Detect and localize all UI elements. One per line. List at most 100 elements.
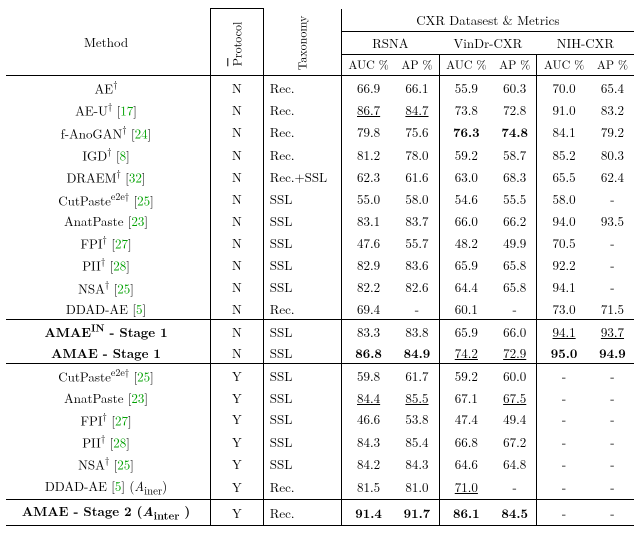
- citation-link[interactable]: 32: [129, 168, 142, 187]
- value-cell: 86.8: [341, 342, 395, 364]
- taxonomy-cell: Rec.+SSL: [263, 165, 341, 187]
- citation-link[interactable]: 24: [135, 123, 148, 142]
- col-taxonomy: Taxonomy: [263, 9, 341, 76]
- col-method: Method: [6, 9, 211, 76]
- value-cell: -: [493, 298, 537, 320]
- protocol-cell: Y: [211, 452, 264, 474]
- value-cell: 55.9: [439, 76, 493, 99]
- taxonomy-cell: SSL: [263, 188, 341, 210]
- value-cell: 47.6: [341, 231, 395, 253]
- taxonomy-cell: SSL: [263, 319, 341, 342]
- citation-link[interactable]: 28: [113, 256, 126, 275]
- citation-link[interactable]: 17: [120, 101, 133, 120]
- value-cell: -: [537, 364, 591, 387]
- value-cell: 54.6: [439, 188, 493, 210]
- value-cell: -: [591, 253, 634, 275]
- method-cell: DDAD-AE [5]: [6, 298, 211, 320]
- value-cell: 70.0: [537, 76, 591, 99]
- protocol-cell: N: [211, 210, 264, 231]
- protocol-cell: N: [211, 253, 264, 275]
- value-cell: 47.4: [439, 408, 493, 430]
- table-row: AnatPaste [23]YSSL84.485.567.167.5--: [6, 387, 634, 408]
- taxonomy-cell: SSL: [263, 253, 341, 275]
- value-cell: 84.3: [341, 430, 395, 452]
- value-cell: 95.0: [537, 342, 591, 364]
- value-cell: 86.7: [341, 98, 395, 120]
- value-cell: -: [537, 500, 591, 526]
- protocol-cell: N: [211, 98, 264, 120]
- value-cell: 66.0: [439, 210, 493, 231]
- citation-link[interactable]: 27: [115, 410, 128, 429]
- table-row: AMAEIN - Stage 1NSSL83.383.865.966.094.1…: [6, 319, 634, 342]
- col-ap1: AP %: [395, 54, 439, 75]
- taxonomy-cell: Rec.: [263, 98, 341, 120]
- value-cell: 83.8: [395, 319, 439, 342]
- value-cell: -: [591, 276, 634, 298]
- col-protocol: Protocol: [211, 9, 264, 76]
- value-cell: 74.2: [439, 342, 493, 364]
- results-table: Method Protocol Taxonomy CXR Datasest & …: [6, 8, 634, 526]
- value-cell: 58.7: [493, 143, 537, 165]
- value-cell: 81.5: [341, 475, 395, 500]
- citation-link[interactable]: 5: [136, 299, 143, 318]
- method-cell: DRAEM† [32]: [6, 165, 211, 187]
- value-cell: -: [591, 408, 634, 430]
- col-auc2: AUC %: [439, 54, 493, 75]
- table-row: DRAEM† [32]NRec.+SSL62.361.663.068.365.5…: [6, 165, 634, 187]
- value-cell: 66.0: [493, 319, 537, 342]
- protocol-cell: Y: [211, 500, 264, 526]
- value-cell: 94.1: [537, 319, 591, 342]
- value-cell: 82.2: [341, 276, 395, 298]
- method-cell: NSA† [25]: [6, 452, 211, 474]
- value-cell: -: [537, 387, 591, 408]
- value-cell: 60.1: [439, 298, 493, 320]
- taxonomy-cell: SSL: [263, 408, 341, 430]
- value-cell: -: [591, 452, 634, 474]
- value-cell: -: [591, 231, 634, 253]
- value-cell: 59.2: [439, 143, 493, 165]
- value-cell: 83.6: [395, 253, 439, 275]
- block-c: CutPastee2e† [25]YSSL59.861.759.260.0--A…: [6, 364, 634, 500]
- value-cell: -: [537, 452, 591, 474]
- table-row: PII† [28]YSSL84.385.466.867.2--: [6, 430, 634, 452]
- method-cell: DDAD-AE [5] (Ainer): [6, 475, 211, 500]
- value-cell: -: [591, 387, 634, 408]
- value-cell: 84.5: [493, 500, 537, 526]
- col-ds1: RSNA: [341, 31, 439, 54]
- value-cell: 84.7: [395, 98, 439, 120]
- value-cell: 78.0: [395, 143, 439, 165]
- method-cell: NSA† [25]: [6, 276, 211, 298]
- value-cell: 91.0: [537, 98, 591, 120]
- value-cell: 84.2: [341, 452, 395, 474]
- value-cell: 79.8: [341, 121, 395, 143]
- value-cell: -: [591, 475, 634, 500]
- citation-link[interactable]: 25: [137, 190, 150, 209]
- citation-link[interactable]: 23: [131, 211, 144, 230]
- value-cell: 94.9: [591, 342, 634, 364]
- value-cell: 66.1: [395, 76, 439, 99]
- table-row: NSA† [25]NSSL82.282.664.465.894.1-: [6, 276, 634, 298]
- value-cell: 49.9: [493, 231, 537, 253]
- citation-link[interactable]: 25: [137, 367, 150, 386]
- citation-link[interactable]: 28: [113, 432, 126, 451]
- table-row: PII† [28]NSSL82.983.665.965.892.2-: [6, 253, 634, 275]
- value-cell: 61.7: [395, 364, 439, 387]
- value-cell: 60.3: [493, 76, 537, 99]
- citation-link[interactable]: 27: [115, 233, 128, 252]
- citation-link[interactable]: 23: [131, 388, 144, 407]
- value-cell: 75.6: [395, 121, 439, 143]
- protocol-cell: N: [211, 276, 264, 298]
- protocol-cell: N: [211, 121, 264, 143]
- method-cell: FPI† [27]: [6, 408, 211, 430]
- citation-link[interactable]: 25: [117, 455, 130, 474]
- col-group: CXR Datasest & Metrics: [341, 9, 634, 32]
- value-cell: 49.4: [493, 408, 537, 430]
- value-cell: 66.2: [493, 210, 537, 231]
- citation-link[interactable]: 25: [117, 278, 130, 297]
- method-cell: PII† [28]: [6, 253, 211, 275]
- value-cell: -: [591, 500, 634, 526]
- value-cell: 65.8: [493, 253, 537, 275]
- taxonomy-cell: SSL: [263, 342, 341, 364]
- citation-link[interactable]: 8: [120, 145, 127, 164]
- value-cell: 85.4: [395, 430, 439, 452]
